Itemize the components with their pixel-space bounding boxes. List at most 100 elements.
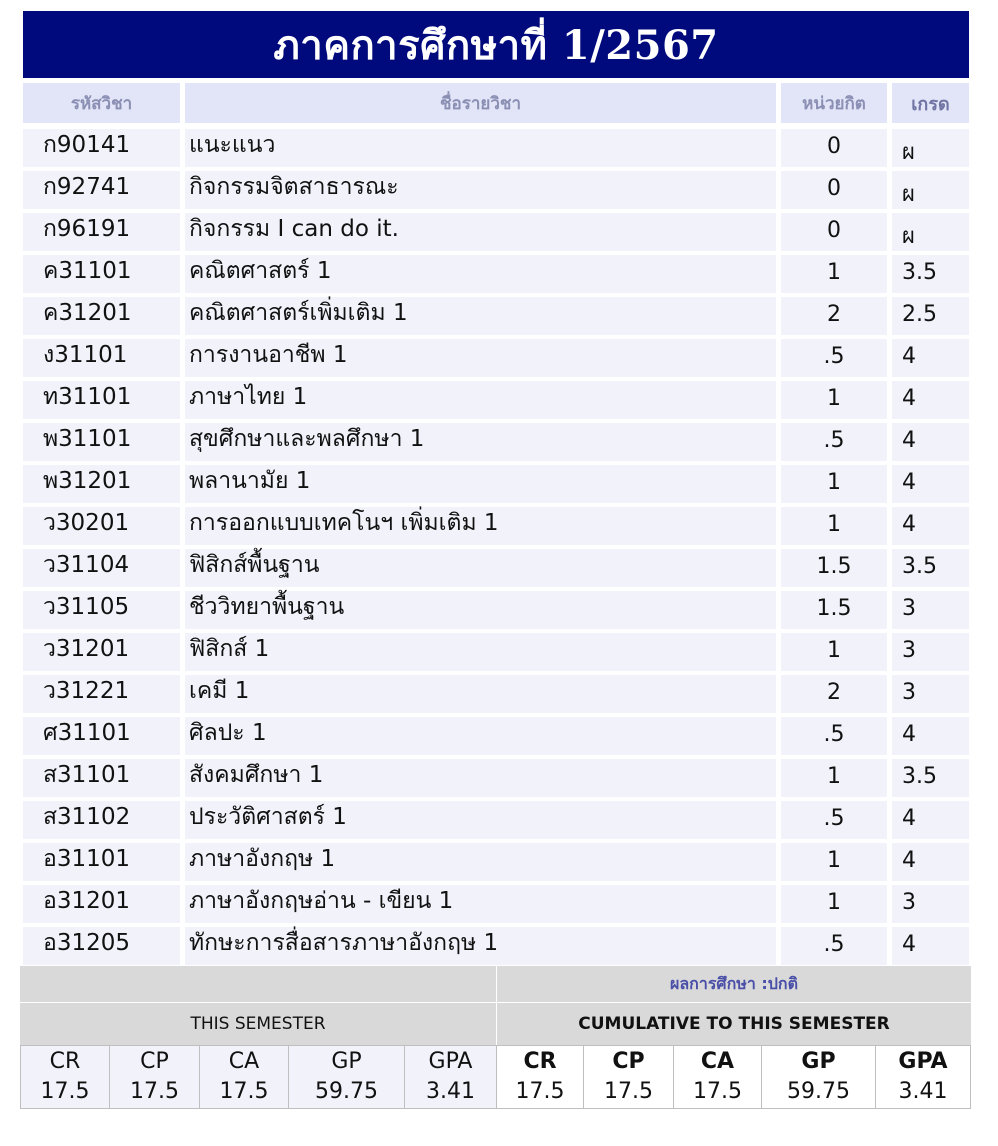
this-semester-stat: CP 17.5 <box>110 1046 200 1108</box>
stat-key: CR <box>523 1049 557 1074</box>
table-row: อ31101 ภาษาอังกฤษ 114 <box>23 843 969 881</box>
table-row: ก90141 แนะแนว 0 ผ <box>23 129 969 167</box>
table-row: ว30201 การออกแบบเทคโนฯ เพิ่มเติม 114 <box>23 507 969 545</box>
course-name: การงานอาชีพ 1 <box>185 339 776 377</box>
course-name: สุขศึกษาและพลศึกษา 1 <box>185 423 776 461</box>
course-credit: 0 <box>781 171 887 209</box>
table-row: ก92741 กิจกรรมจิตสาธารณะ 0 ผ <box>23 171 969 209</box>
course-grade: ผ <box>892 171 969 209</box>
table-row: ส31102 ประวัติศาสตร์ 1.5 4 <box>23 801 969 839</box>
grade-summary: ผลการศึกษา :ปกติ THIS SEMESTER CUMULATIV… <box>20 966 971 1109</box>
course-code: อ31201 <box>23 885 180 923</box>
course-credit: .5 <box>781 717 887 755</box>
course-name: พลานามัย 1 <box>185 465 776 503</box>
table-row: ค31101 คณิตศาสตร์ 1 1 3.5 <box>23 255 969 293</box>
course-grade: 3 <box>892 885 969 923</box>
course-credit: 1.5 <box>781 591 887 629</box>
stat-key: CP <box>140 1049 169 1074</box>
course-grade: 2.5 <box>892 297 969 335</box>
course-code: ก96191 <box>23 213 180 251</box>
course-grade: 4 <box>892 381 969 419</box>
cumulative-stat: CR 17.5 <box>497 1046 584 1108</box>
header-grade: เกรด <box>892 83 969 123</box>
stat-key: GPA <box>428 1049 473 1074</box>
cumulative-stat: GP 59.75 <box>762 1046 876 1108</box>
cumulative-stat: CP 17.5 <box>584 1046 674 1108</box>
course-credit: .5 <box>781 927 887 965</box>
semester-title: ภาคการศึกษาที่ 1/2567 <box>273 21 719 69</box>
course-name: ทักษะการสื่อสารภาษาอังกฤษ 1 <box>185 927 776 965</box>
course-code: พ31201 <box>23 465 180 503</box>
course-code: ศ31101 <box>23 717 180 755</box>
course-grade: 4 <box>892 717 969 755</box>
cumulative-stat: CA 17.5 <box>674 1046 762 1108</box>
course-grade: 3 <box>892 633 969 671</box>
course-name: คณิตศาสตร์เพิ่มเติม 1 <box>185 297 776 335</box>
course-credit: 1 <box>781 759 887 797</box>
course-credit: 1 <box>781 633 887 671</box>
course-name: สังคมศึกษา 1 <box>185 759 776 797</box>
course-grade: 3 <box>892 591 969 629</box>
course-code: ง31101 <box>23 339 180 377</box>
this-semester-label: THIS SEMESTER <box>20 1003 496 1045</box>
course-grade: 3 <box>892 675 969 713</box>
course-name: ฟิสิกส์พื้นฐาน <box>185 549 776 587</box>
stat-key: CR <box>49 1049 81 1074</box>
table-row: พ31201 พลานามัย 114 <box>23 465 969 503</box>
course-credit: 1 <box>781 381 887 419</box>
stat-value: 17.5 <box>40 1079 90 1104</box>
table-row: ง31101 การงานอาชีพ 1.5 4 <box>23 339 969 377</box>
stat-value: 3.41 <box>898 1079 948 1104</box>
course-credit: 1.5 <box>781 549 887 587</box>
stat-value: 3.41 <box>426 1079 475 1104</box>
course-name: การออกแบบเทคโนฯ เพิ่มเติม 1 <box>185 507 776 545</box>
summary-values: CR 17.5 CP 17.5 CA 17.5 GP 59.75 GPA 3.41 CR 17.5 CP… <box>20 1045 971 1109</box>
table-row: ค31201 คณิตศาสตร์เพิ่มเติม 1 2 2.5 <box>23 297 969 335</box>
table-row: อ31205 ทักษะการสื่อสารภาษาอังกฤษ 1.5 4 <box>23 927 969 965</box>
table-row: ก96191 กิจกรรม I can do it. 0 ผ <box>23 213 969 251</box>
table-row: ว31221 เคมี 123 <box>23 675 969 713</box>
course-code: ก92741 <box>23 171 180 209</box>
course-code: ว31104 <box>23 549 180 587</box>
stat-value: 17.5 <box>604 1079 653 1104</box>
table-row: ส31101 สังคมศึกษา 1 1 3.5 <box>23 759 969 797</box>
this-semester-stat: CA 17.5 <box>200 1046 289 1108</box>
course-credit: .5 <box>781 339 887 377</box>
course-grade: 4 <box>892 927 969 965</box>
course-grade: ผ <box>892 129 969 167</box>
course-code: ว31105 <box>23 591 180 629</box>
stat-key: GP <box>801 1049 836 1074</box>
stat-value: 17.5 <box>130 1079 179 1104</box>
table-row: ศ31101 ศิลปะ 1.5 4 <box>23 717 969 755</box>
course-grade: 4 <box>892 843 969 881</box>
course-credit: 2 <box>781 675 887 713</box>
course-name: เคมี 1 <box>185 675 776 713</box>
cumulative-stat: GPA 3.41 <box>876 1046 970 1108</box>
course-code: ก90141 <box>23 129 180 167</box>
course-grade: 4 <box>892 465 969 503</box>
course-credit: 1 <box>781 255 887 293</box>
stat-key: CA <box>700 1049 735 1074</box>
semester-title-bar: ภาคการศึกษาที่ 1/2567 <box>23 11 969 78</box>
course-code: ส31102 <box>23 801 180 839</box>
course-credit: 0 <box>781 129 887 167</box>
course-code: อ31101 <box>23 843 180 881</box>
table-row: พ31101 สุขศึกษาและพลศึกษา 1.5 4 <box>23 423 969 461</box>
course-code: ค31101 <box>23 255 180 293</box>
course-credit: 1 <box>781 507 887 545</box>
table-header-row: รหัสวิชา ชื่อรายวิชา หน่วยกิต เกรด <box>23 83 969 125</box>
header-name: ชื่อรายวิชา <box>185 83 776 123</box>
course-credit: 0 <box>781 213 887 251</box>
this-semester-stat: GPA 3.41 <box>405 1046 497 1108</box>
stat-value: 17.5 <box>515 1079 565 1104</box>
course-code: ส31101 <box>23 759 180 797</box>
course-name: ฟิสิกส์ 1 <box>185 633 776 671</box>
course-grade: 4 <box>892 801 969 839</box>
stat-key: GP <box>331 1049 362 1074</box>
course-code: ว30201 <box>23 507 180 545</box>
course-code: ค31201 <box>23 297 180 335</box>
course-code: ท31101 <box>23 381 180 419</box>
stat-key: CA <box>228 1049 260 1074</box>
stat-value: 59.75 <box>787 1079 850 1104</box>
course-name: ประวัติศาสตร์ 1 <box>185 801 776 839</box>
